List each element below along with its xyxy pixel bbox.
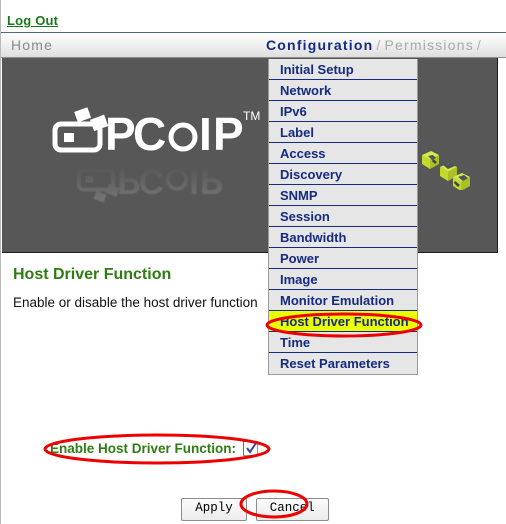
logout-strip: Log Out — [1, 0, 506, 32]
configuration-dropdown-menu[interactable]: Initial Setup Network IPv6 Label Access Disco… — [268, 59, 418, 375]
checkmark-icon — [246, 442, 257, 454]
menu-item-image[interactable]: Image — [269, 269, 417, 290]
svg-text:TM: TM — [243, 109, 260, 123]
main-navbar: Home Configuration / Permissions / — [1, 33, 506, 58]
menu-item-label[interactable]: Label — [269, 122, 417, 143]
menu-item-monitor-emulation[interactable]: Monitor Emulation — [269, 290, 417, 311]
nav-right-group: Configuration / Permissions / — [266, 37, 485, 53]
content-area: Host Driver Function Enable or disable t… — [2, 255, 506, 524]
nav-separator-2: / — [476, 37, 482, 53]
menu-item-reset-parameters[interactable]: Reset Parameters — [269, 353, 417, 374]
apply-button[interactable]: Apply — [181, 498, 247, 521]
svg-text:P: P — [200, 162, 224, 201]
page-description: Enable or disable the host driver functi… — [13, 295, 258, 310]
pcoip-logo: P C I P TM P C I P — [47, 100, 267, 210]
nav-separator-1: / — [376, 37, 382, 53]
cancel-button[interactable]: Cancel — [255, 498, 329, 521]
pcoip-logo-graphic: P C I P TM — [52, 107, 260, 160]
product-banner: P C I P TM P C I P — [2, 58, 498, 253]
svg-text:P: P — [213, 108, 244, 160]
menu-item-snmp[interactable]: SNMP — [269, 185, 417, 206]
menu-item-initial-setup[interactable]: Initial Setup — [269, 59, 417, 80]
svg-text:C: C — [139, 162, 164, 201]
nav-item-home[interactable]: Home — [11, 37, 53, 53]
form-buttons: Apply Cancel — [2, 498, 506, 521]
pcoip-logo-reflection: P C I P — [76, 162, 224, 203]
menu-item-session[interactable]: Session — [269, 206, 417, 227]
svg-text:P: P — [105, 108, 136, 160]
menu-item-bandwidth[interactable]: Bandwidth — [269, 227, 417, 248]
menu-item-discovery[interactable]: Discovery — [269, 164, 417, 185]
nav-item-configuration[interactable]: Configuration — [266, 37, 373, 53]
menu-item-access[interactable]: Access — [269, 143, 417, 164]
svg-text:I: I — [189, 162, 199, 201]
menu-item-power[interactable]: Power — [269, 248, 417, 269]
decorative-cubes-icon — [422, 151, 470, 190]
svg-text:C: C — [133, 108, 166, 160]
svg-text:P: P — [117, 162, 141, 201]
menu-item-host-driver-function[interactable]: Host Driver Function — [269, 311, 417, 332]
svg-text:I: I — [199, 108, 212, 160]
menu-item-ipv6[interactable]: IPv6 — [269, 101, 417, 122]
enable-host-driver-checkbox[interactable] — [243, 441, 259, 456]
enable-host-driver-row: Enable Host Driver Function: — [50, 441, 259, 456]
browser-page: Log Out Home Configuration / Permissions / — [0, 0, 506, 524]
page-title: Host Driver Function — [13, 266, 172, 283]
nav-item-permissions[interactable]: Permissions — [384, 37, 473, 53]
logout-link[interactable]: Log Out — [7, 13, 58, 28]
menu-item-time[interactable]: Time — [269, 332, 417, 353]
enable-host-driver-label: Enable Host Driver Function: — [50, 441, 237, 456]
menu-item-network[interactable]: Network — [269, 80, 417, 101]
